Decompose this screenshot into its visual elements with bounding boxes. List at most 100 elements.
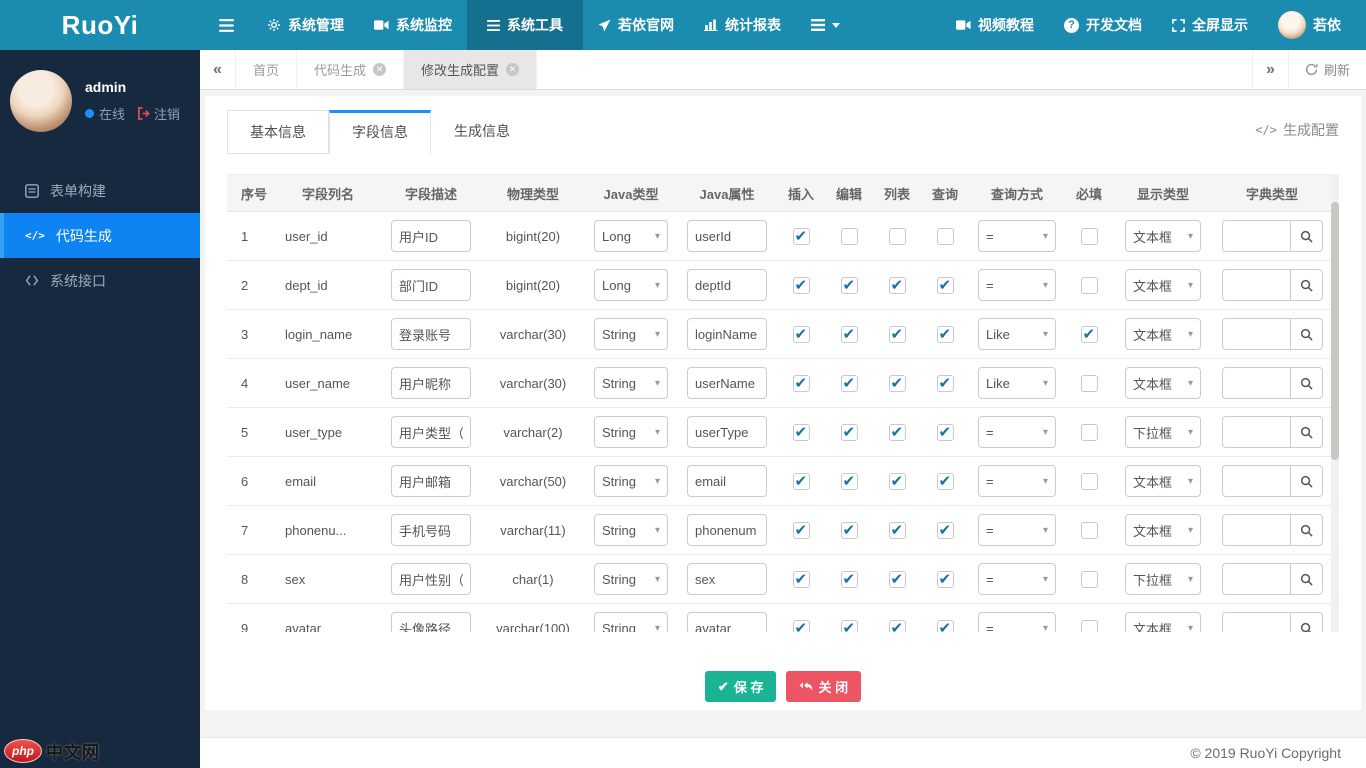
field-desc-input[interactable] xyxy=(391,269,471,301)
java-field-input[interactable] xyxy=(687,465,767,497)
edit-checkbox[interactable] xyxy=(840,570,858,588)
list-checkbox[interactable] xyxy=(888,374,906,392)
dict-type-input[interactable] xyxy=(1221,514,1290,546)
required-checkbox[interactable] xyxy=(1080,374,1098,392)
query-type-select[interactable]: = ▾ xyxy=(978,269,1056,301)
query-checkbox[interactable] xyxy=(936,276,954,294)
required-checkbox[interactable] xyxy=(1080,325,1098,343)
insert-checkbox[interactable] xyxy=(792,227,810,245)
dict-type-input[interactable] xyxy=(1221,465,1290,497)
list-checkbox[interactable] xyxy=(888,423,906,441)
tab-gen-info[interactable]: 生成信息 xyxy=(431,110,533,154)
required-checkbox[interactable] xyxy=(1080,619,1098,632)
display-type-select[interactable]: 文本框 ▾ xyxy=(1125,612,1201,632)
list-checkbox[interactable] xyxy=(888,276,906,294)
list-checkbox[interactable] xyxy=(888,227,906,245)
query-checkbox[interactable] xyxy=(936,570,954,588)
display-type-select[interactable]: 文本框 ▾ xyxy=(1125,367,1201,399)
field-desc-input[interactable] xyxy=(391,465,471,497)
required-checkbox[interactable] xyxy=(1080,423,1098,441)
nav-item-dev-docs[interactable]: ? 开发文档 xyxy=(1049,0,1157,50)
display-type-select[interactable]: 文本框 ▾ xyxy=(1125,220,1201,252)
user-avatar[interactable] xyxy=(10,70,72,132)
edit-checkbox[interactable] xyxy=(840,521,858,539)
nav-item-fullscreen[interactable]: 全屏显示 xyxy=(1157,0,1263,50)
list-checkbox[interactable] xyxy=(888,472,906,490)
display-type-select[interactable]: 文本框 ▾ xyxy=(1125,514,1201,546)
java-field-input[interactable] xyxy=(687,612,767,632)
dict-search-button[interactable] xyxy=(1289,416,1323,448)
list-checkbox[interactable] xyxy=(888,570,906,588)
java-field-input[interactable] xyxy=(687,416,767,448)
dict-type-input[interactable] xyxy=(1221,318,1290,350)
nav-item-video-tutorial[interactable]: 视频教程 xyxy=(941,0,1049,50)
dict-type-input[interactable] xyxy=(1221,367,1290,399)
field-desc-input[interactable] xyxy=(391,416,471,448)
dict-search-button[interactable] xyxy=(1289,465,1323,497)
field-desc-input[interactable] xyxy=(391,514,471,546)
java-field-input[interactable] xyxy=(687,563,767,595)
nav-item-statistics[interactable]: 统计报表 xyxy=(689,0,796,50)
required-checkbox[interactable] xyxy=(1080,227,1098,245)
nav-item-user[interactable]: 若依 xyxy=(1263,0,1356,50)
sidebar-toggle-button[interactable] xyxy=(200,0,252,50)
edit-checkbox[interactable] xyxy=(840,325,858,343)
display-type-select[interactable]: 文本框 ▾ xyxy=(1125,318,1201,350)
scrollbar-thumb[interactable] xyxy=(1331,202,1339,460)
java-field-input[interactable] xyxy=(687,220,767,252)
dict-type-input[interactable] xyxy=(1221,563,1290,595)
insert-checkbox[interactable] xyxy=(792,374,810,392)
required-checkbox[interactable] xyxy=(1080,570,1098,588)
sidebar-item-form-builder[interactable]: 表单构建 xyxy=(0,168,200,213)
dict-search-button[interactable] xyxy=(1289,220,1323,252)
dict-type-input[interactable] xyxy=(1221,612,1290,632)
display-type-select[interactable]: 下拉框 ▾ xyxy=(1125,416,1201,448)
save-button[interactable]: ✔ 保 存 xyxy=(704,671,777,702)
display-type-select[interactable]: 文本框 ▾ xyxy=(1125,269,1201,301)
list-checkbox[interactable] xyxy=(888,619,906,632)
query-checkbox[interactable] xyxy=(936,227,954,245)
sidebar-item-code-gen[interactable]: </> 代码生成 xyxy=(0,213,200,258)
insert-checkbox[interactable] xyxy=(792,423,810,441)
tabs-scroll-right-button[interactable]: » xyxy=(1251,50,1288,89)
page-tab-home[interactable]: 首页 xyxy=(236,50,298,89)
query-checkbox[interactable] xyxy=(936,325,954,343)
query-checkbox[interactable] xyxy=(936,472,954,490)
dict-search-button[interactable] xyxy=(1289,367,1323,399)
query-checkbox[interactable] xyxy=(936,423,954,441)
insert-checkbox[interactable] xyxy=(792,472,810,490)
query-type-select[interactable]: = ▾ xyxy=(978,563,1056,595)
required-checkbox[interactable] xyxy=(1080,276,1098,294)
tabs-scroll-left-button[interactable]: « xyxy=(200,50,236,89)
java-type-select[interactable]: String ▾ xyxy=(594,318,668,350)
query-type-select[interactable]: = ▾ xyxy=(978,220,1056,252)
nav-item-menu-dropdown[interactable] xyxy=(796,0,855,50)
dict-search-button[interactable] xyxy=(1289,318,1323,350)
tab-field-info[interactable]: 字段信息 xyxy=(329,110,431,154)
field-desc-input[interactable] xyxy=(391,612,471,632)
java-type-select[interactable]: String ▾ xyxy=(594,465,668,497)
query-type-select[interactable]: = ▾ xyxy=(978,465,1056,497)
query-type-select[interactable]: = ▾ xyxy=(978,612,1056,632)
java-field-input[interactable] xyxy=(687,269,767,301)
edit-checkbox[interactable] xyxy=(840,276,858,294)
dict-search-button[interactable] xyxy=(1289,514,1323,546)
dict-search-button[interactable] xyxy=(1289,563,1323,595)
edit-checkbox[interactable] xyxy=(840,423,858,441)
dict-type-input[interactable] xyxy=(1221,269,1290,301)
java-field-input[interactable] xyxy=(687,318,767,350)
java-type-select[interactable]: String ▾ xyxy=(594,514,668,546)
insert-checkbox[interactable] xyxy=(792,325,810,343)
display-type-select[interactable]: 下拉框 ▾ xyxy=(1125,563,1201,595)
display-type-select[interactable]: 文本框 ▾ xyxy=(1125,465,1201,497)
insert-checkbox[interactable] xyxy=(792,619,810,632)
java-type-select[interactable]: String ▾ xyxy=(594,367,668,399)
nav-item-system-manage[interactable]: 系统管理 xyxy=(252,0,359,50)
java-type-select[interactable]: Long ▾ xyxy=(594,269,668,301)
nav-item-system-monitor[interactable]: 系统监控 xyxy=(359,0,467,50)
field-desc-input[interactable] xyxy=(391,220,471,252)
nav-item-system-tools[interactable]: 系统工具 xyxy=(467,0,583,50)
close-icon[interactable]: ✕ xyxy=(373,63,387,76)
java-type-select[interactable]: String ▾ xyxy=(594,563,668,595)
tab-basic-info[interactable]: 基本信息 xyxy=(227,110,329,154)
